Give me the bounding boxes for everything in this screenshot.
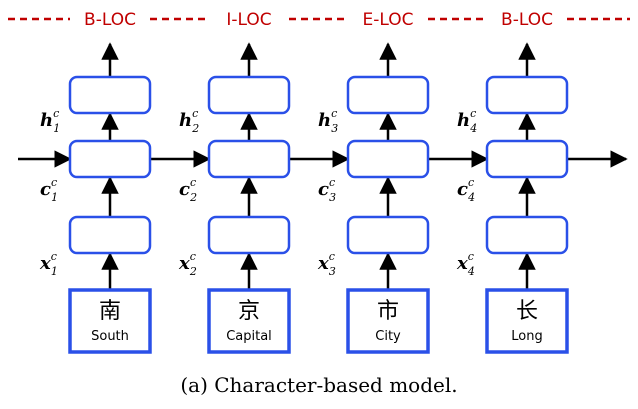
input-character: 长 [516, 299, 538, 324]
input-character: 市 [377, 299, 399, 324]
hidden-state-label: hc 1 [40, 107, 60, 135]
character-gloss: Long [511, 329, 542, 344]
output-tag: B-LOC [84, 10, 136, 30]
character-columns: B-LOC 南 South hc 1 cc 1 xc 1 I-LOC 京 Capital hc 2 cc 2 x… [39, 10, 569, 354]
embedding-box [346, 215, 430, 255]
input-vector-label: xc 3 [317, 250, 336, 278]
hidden-state-label: hc 4 [457, 107, 477, 135]
embedding-box [207, 215, 291, 255]
character-gloss: Capital [226, 329, 272, 344]
hidden-box [207, 75, 291, 115]
column-2: I-LOC 京 Capital hc 2 cc 2 xc 2 [178, 10, 291, 354]
cell-state-label: cc 1 [40, 176, 58, 204]
character-gloss: South [91, 329, 129, 344]
cell-box [207, 139, 291, 179]
cell-state-label: cc 2 [179, 176, 197, 204]
hidden-state-label: hc 3 [318, 107, 338, 135]
character-based-lstm-diagram: B-LOC 南 South hc 1 cc 1 xc 1 I-LOC 京 Capital hc 2 cc 2 x… [8, 10, 630, 397]
input-vector-label: xc 1 [39, 250, 58, 278]
character-gloss: City [375, 329, 401, 344]
column-4: B-LOC 长 Long hc 4 cc 4 xc 4 [456, 10, 569, 354]
column-3: E-LOC 市 City hc 3 cc 3 xc 3 [317, 10, 430, 354]
cell-state-label: cc 3 [318, 176, 336, 204]
input-vector-label: xc 4 [456, 250, 475, 278]
cell-box [68, 139, 152, 179]
input-vector-label: xc 2 [178, 250, 197, 278]
hidden-state-label: hc 2 [179, 107, 199, 135]
embedding-box [68, 215, 152, 255]
hidden-box [485, 75, 569, 115]
hidden-box [68, 75, 152, 115]
column-1: B-LOC 南 South hc 1 cc 1 xc 1 [39, 10, 152, 354]
output-tag: I-LOC [226, 10, 271, 30]
output-tag: E-LOC [363, 10, 414, 30]
hidden-box [346, 75, 430, 115]
cell-box [346, 139, 430, 179]
cell-box [485, 139, 569, 179]
input-character: 京 [238, 299, 260, 324]
output-tag: B-LOC [501, 10, 553, 30]
figure-caption: (a) Character-based model. [180, 373, 457, 397]
embedding-box [485, 215, 569, 255]
input-character: 南 [99, 299, 121, 324]
cell-state-label: cc 4 [457, 176, 475, 204]
